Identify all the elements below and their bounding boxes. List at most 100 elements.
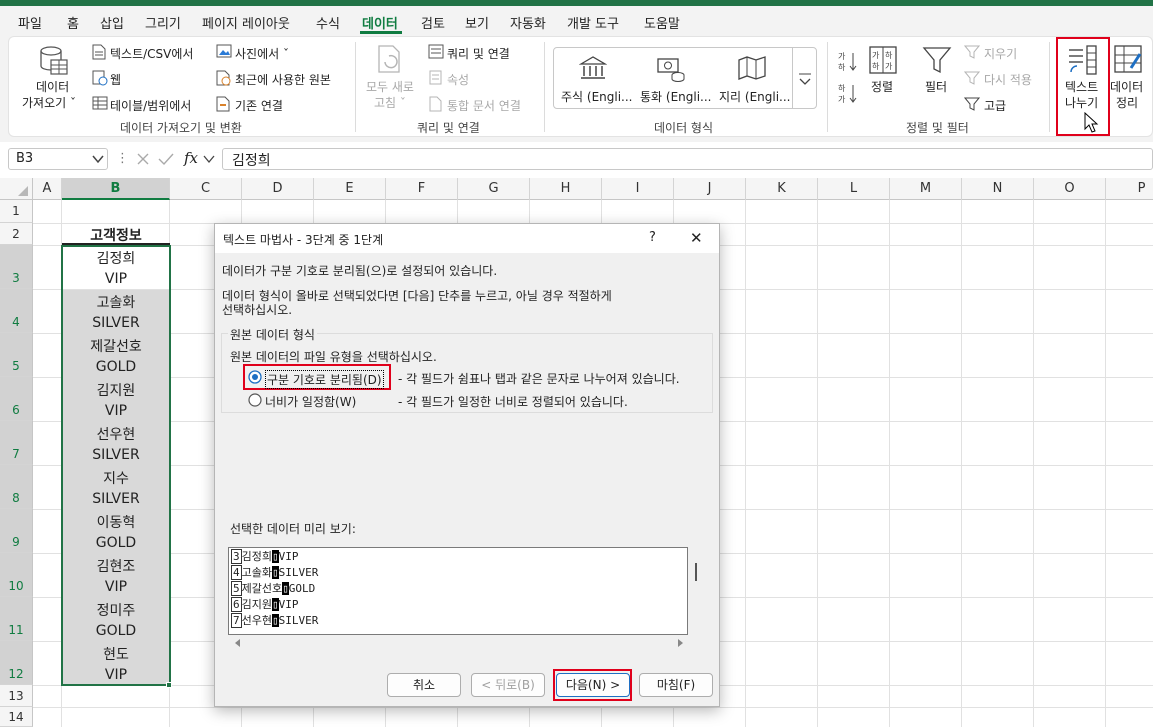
sort-button[interactable]: 정렬 — [871, 78, 893, 95]
cell-b9-line2[interactable]: GOLD — [62, 535, 170, 551]
cell-b5-line2[interactable]: GOLD — [62, 359, 170, 375]
formula-input[interactable] — [222, 148, 1153, 170]
column-header[interactable]: K — [746, 178, 818, 200]
cell-b7-line1[interactable]: 선우현 — [62, 424, 170, 444]
from-web-button[interactable]: 웹 — [110, 71, 121, 88]
menu-review[interactable]: 검토 — [421, 13, 445, 32]
cell-b9-line1[interactable]: 이동혁 — [62, 512, 170, 532]
row-header[interactable]: 7 — [0, 421, 33, 465]
column-header[interactable]: B — [62, 178, 170, 200]
scroll-left-icon[interactable] — [232, 637, 244, 649]
sort-descending-icon[interactable]: 하가 — [838, 82, 858, 104]
currencies-button[interactable]: 통화 (Engli... — [640, 88, 712, 105]
column-header[interactable]: M — [890, 178, 962, 200]
function-dropdown-icon[interactable] — [203, 154, 215, 164]
insert-function-icon[interactable]: fx — [184, 149, 198, 167]
row-header[interactable]: 12 — [0, 641, 33, 685]
column-header[interactable]: C — [170, 178, 242, 200]
row-header[interactable]: 9 — [0, 509, 33, 553]
flash-fill-label-2[interactable]: 정리 — [1116, 94, 1138, 111]
column-header[interactable]: E — [314, 178, 386, 200]
row-header[interactable]: 4 — [0, 289, 33, 333]
column-header[interactable]: D — [242, 178, 314, 200]
cell-b10-line2[interactable]: VIP — [62, 579, 170, 595]
cell-b6-line2[interactable]: VIP — [62, 403, 170, 419]
sort-ascending-icon[interactable]: 가하 — [838, 50, 858, 72]
get-data-label-1[interactable]: 데이터 — [36, 78, 69, 95]
cell-b6-line1[interactable]: 김지원 — [62, 380, 170, 400]
radio-delimited-icon[interactable] — [248, 370, 262, 384]
advanced-button[interactable]: 고급 — [984, 97, 1006, 114]
finish-button[interactable]: 마침(F) — [639, 673, 713, 697]
existing-connections-button[interactable]: 기존 연결 — [235, 97, 283, 114]
from-picture-button[interactable]: 사진에서 ˇ — [235, 45, 289, 62]
menu-automate[interactable]: 자동화 — [510, 13, 546, 32]
column-header[interactable]: L — [818, 178, 890, 200]
menu-home[interactable]: 홈 — [67, 13, 79, 32]
menu-draw[interactable]: 그리기 — [145, 13, 181, 32]
get-data-icon[interactable] — [37, 44, 69, 76]
refresh-all-label-1[interactable]: 모두 새로 — [366, 78, 414, 95]
cell-b8-line2[interactable]: SILVER — [62, 491, 170, 507]
cell-b12-line2[interactable]: VIP — [62, 667, 170, 683]
get-data-label-2[interactable]: 가져오기 ˇ — [22, 94, 76, 111]
cell-b11-line1[interactable]: 정미주 — [62, 600, 170, 620]
menu-file[interactable]: 파일 — [18, 13, 42, 32]
cell-b3-line2[interactable]: VIP — [62, 271, 170, 287]
cell-b12-line1[interactable]: 현도 — [62, 644, 170, 664]
column-header[interactable]: J — [674, 178, 746, 200]
cell-b3-line1[interactable]: 김정희 — [62, 248, 170, 268]
row-header[interactable]: 13 — [0, 685, 33, 707]
close-icon[interactable]: ✕ — [690, 229, 703, 247]
reapply-button[interactable]: 다시 적용 — [984, 71, 1032, 88]
stocks-button[interactable]: 주식 (Engli... — [561, 88, 633, 105]
menu-help[interactable]: 도움말 — [644, 13, 680, 32]
cell-b11-line2[interactable]: GOLD — [62, 623, 170, 639]
row-header[interactable]: 6 — [0, 377, 33, 421]
menu-view[interactable]: 보기 — [465, 13, 489, 32]
filter-button[interactable]: 필터 — [925, 78, 947, 95]
back-button[interactable]: < 뒤로(B) — [471, 673, 545, 697]
column-header[interactable]: P — [1106, 178, 1153, 200]
cell-b8-line1[interactable]: 지수 — [62, 468, 170, 488]
flash-fill-label-1[interactable]: 데이터 — [1110, 78, 1143, 95]
refresh-all-label-2[interactable]: 고침 ˇ — [374, 94, 406, 111]
column-header[interactable]: G — [458, 178, 530, 200]
row-header[interactable]: 5 — [0, 333, 33, 377]
menu-formulas[interactable]: 수식 — [316, 13, 340, 32]
fixed-width-option-label[interactable]: 너비가 일정함(W) — [265, 393, 356, 410]
from-table-range-button[interactable]: 테이블/범위에서 — [110, 97, 191, 114]
column-header[interactable]: H — [530, 178, 602, 200]
properties-button[interactable]: 속성 — [447, 71, 469, 88]
row-header[interactable]: 10 — [0, 553, 33, 597]
column-header[interactable]: I — [602, 178, 674, 200]
radio-fixed-width-icon[interactable] — [248, 393, 262, 407]
menu-page-layout[interactable]: 페이지 레이아웃 — [202, 13, 290, 32]
cell-b7-line2[interactable]: SILVER — [62, 447, 170, 463]
cancel-entry-icon[interactable] — [135, 151, 151, 167]
menu-developer[interactable]: 개발 도구 — [567, 13, 619, 32]
cell-b4-line2[interactable]: SILVER — [62, 315, 170, 331]
row-header[interactable]: 1 — [0, 200, 33, 223]
cell-b10-line1[interactable]: 김현조 — [62, 556, 170, 576]
queries-connections-button[interactable]: 쿼리 및 연결 — [447, 45, 510, 62]
from-text-csv-button[interactable]: 텍스트/CSV에서 — [110, 45, 193, 62]
row-header[interactable]: 8 — [0, 465, 33, 509]
data-types-gallery-more[interactable] — [792, 48, 816, 108]
recent-sources-button[interactable]: 최근에 사용한 원본 — [235, 71, 331, 88]
geography-button[interactable]: 지리 (Engli... — [719, 88, 791, 105]
column-header[interactable]: A — [33, 178, 62, 200]
row-header[interactable]: 11 — [0, 597, 33, 641]
help-icon[interactable]: ? — [649, 230, 656, 245]
preview-vscroll-thumb[interactable] — [695, 563, 697, 581]
delimited-option-label[interactable]: 구분 기호로 분리됨(D) — [265, 370, 384, 389]
row-header[interactable]: 14 — [0, 707, 33, 727]
workbook-links-button[interactable]: 통합 문서 연결 — [447, 97, 521, 114]
clear-button[interactable]: 지우기 — [984, 45, 1017, 62]
cell-b5-line1[interactable]: 제갈선호 — [62, 336, 170, 356]
cancel-button[interactable]: 취소 — [387, 673, 461, 697]
row-header[interactable]: 2 — [0, 223, 33, 245]
row-header[interactable]: 3 — [0, 245, 33, 289]
confirm-entry-icon[interactable] — [157, 151, 175, 167]
column-header[interactable]: F — [386, 178, 458, 200]
